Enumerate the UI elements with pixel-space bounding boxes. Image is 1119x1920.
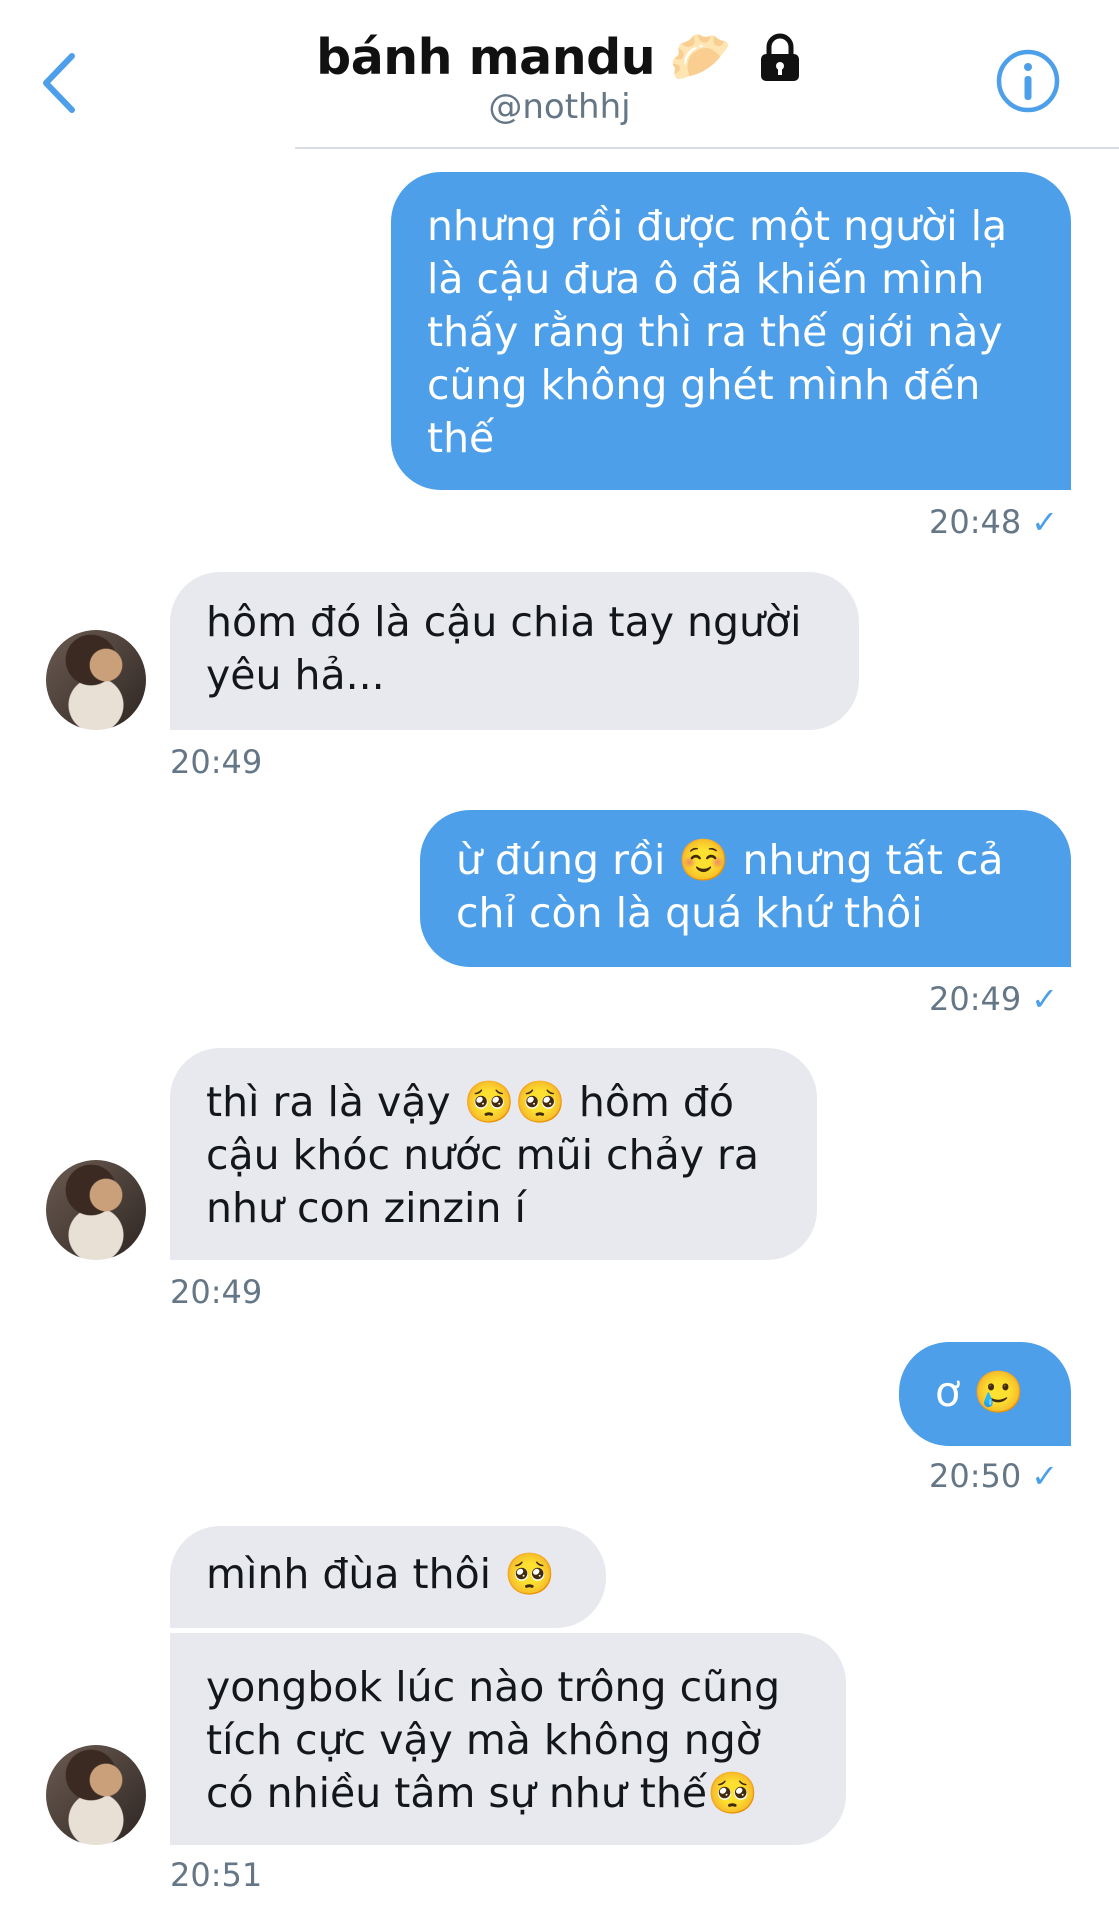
message-time: 20:51: [170, 1856, 263, 1894]
message-meta: 20:49 ✓: [929, 980, 1058, 1018]
message-text: ừ đúng rồi ☺️ nhưng tất cả chỉ còn là qu…: [456, 836, 1004, 937]
sent-check-icon: ✓: [1031, 503, 1059, 541]
message-bubble-incoming[interactable]: mình đùa thôi 🥺: [170, 1526, 606, 1628]
message-text: hôm đó là cậu chia tay người yêu hả...: [206, 598, 802, 699]
avatar[interactable]: [46, 1745, 146, 1845]
message-time: 20:48: [929, 503, 1022, 541]
dumpling-emoji: 🥟: [669, 28, 731, 86]
info-icon[interactable]: [995, 48, 1061, 114]
message-text: ơ 🥲: [935, 1368, 1025, 1416]
message-meta: 20:48 ✓: [929, 503, 1058, 541]
title-text: bánh mandu: [316, 29, 656, 86]
message-time: 20:49: [929, 980, 1022, 1018]
message-time: 20:49: [170, 1273, 263, 1311]
message-time: 20:49: [170, 743, 263, 781]
message-bubble-outgoing[interactable]: ừ đúng rồi ☺️ nhưng tất cả chỉ còn là qu…: [420, 810, 1071, 967]
lock-icon: [760, 33, 799, 81]
message-text: yongbok lúc nào trông cũng tích cực vậy …: [206, 1663, 781, 1817]
message-time: 20:50: [929, 1457, 1022, 1495]
header-divider: [295, 147, 1119, 149]
message-meta: 20:50 ✓: [929, 1457, 1058, 1495]
message-text: nhưng rồi được một người lạ là cậu đưa ô…: [427, 202, 1008, 462]
conversation-header: bánh mandu 🥟 @nothhj: [0, 0, 1119, 150]
message-bubble-outgoing[interactable]: nhưng rồi được một người lạ là cậu đưa ô…: [391, 172, 1071, 490]
message-bubble-incoming[interactable]: thì ra là vậy 🥺🥺 hôm đó cậu khóc nước mũ…: [170, 1048, 817, 1260]
message-bubble-incoming[interactable]: hôm đó là cậu chia tay người yêu hả...: [170, 572, 859, 730]
message-bubble-outgoing[interactable]: ơ 🥲: [899, 1342, 1071, 1446]
message-text: mình đùa thôi 🥺: [206, 1550, 556, 1598]
avatar[interactable]: [46, 1160, 146, 1260]
conversation-title[interactable]: bánh mandu 🥟: [316, 28, 803, 87]
sent-check-icon: ✓: [1031, 980, 1059, 1018]
message-text: thì ra là vậy 🥺🥺 hôm đó cậu khóc nước mũ…: [206, 1078, 759, 1232]
message-bubble-incoming[interactable]: yongbok lúc nào trông cũng tích cực vậy …: [170, 1633, 846, 1845]
sent-check-icon: ✓: [1031, 1457, 1059, 1495]
user-handle: @nothhj: [488, 87, 631, 127]
avatar[interactable]: [46, 630, 146, 730]
